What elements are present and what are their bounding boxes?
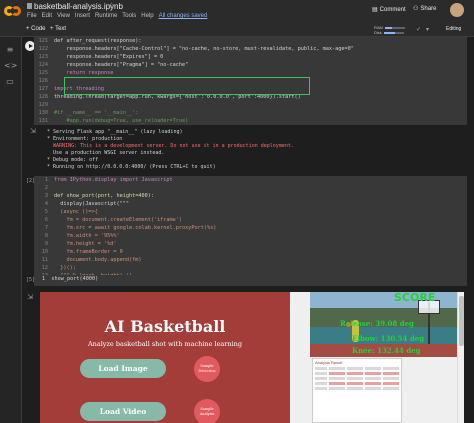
notebook-toolbar: + Code + Text RAM Disk ✓ ▾ Editing [0,24,474,37]
table-row [313,386,401,391]
load-image-button[interactable]: Load Image [80,359,166,378]
code-line: 125 return response [38,70,114,76]
left-sidebar: ≡ <> ▭ [0,37,22,423]
output-toggle-icon[interactable]: ⇲ [30,127,40,137]
knee-angle-text: Knee: 132.44 deg [352,346,421,355]
menu-insert[interactable]: Insert [75,13,90,19]
code-line: 1 show_port(4000) [42,276,99,282]
code-snippets-icon[interactable]: <> [4,61,17,71]
highlight-box [64,77,310,95]
code-line: 1 from IPython.display import Javascript [44,177,173,183]
folder-icon[interactable]: ▭ [4,77,16,87]
code-line: 131 #app.run(debug=True, use_reloader=Tr… [38,118,189,124]
code-line: 2 [44,185,48,191]
toc-icon[interactable]: ≡ [4,45,16,55]
code-line: 10 fm.frameBorder = 0 [41,249,123,255]
comment-icon: ▤ [372,7,378,13]
code-line: 122 response.headers["Cache-Control"] = … [38,46,354,52]
load-video-button[interactable]: Load Video [80,402,166,421]
cell-1-output: * Serving Flask app "__main__" (lazy loa… [44,129,464,171]
webapp-iframe[interactable]: AI Basketball Analyze basketball shot wi… [40,292,464,423]
code-line: 123 response.headers["Expires"] = 0 [38,54,164,60]
editing-mode[interactable]: Editing [446,26,461,32]
elbow-angle-text: Elbow: 130.54 deg [352,334,425,343]
sample-detection-button[interactable]: Sample Detection [194,356,220,382]
code-line: 6 fm = document.createElement('iframe') [44,217,183,223]
code-cell-1[interactable]: 121 def after_request(response): 122 resp… [34,37,467,125]
connected-check-icon: ✓ [416,27,422,33]
code-line: 124 response.headers["Pragma"] = "no-cac… [38,62,189,68]
code-line: 12 })(); [41,265,76,271]
share-label: Share [420,5,437,12]
menu-file[interactable]: File [27,13,37,19]
output-toggle-icon[interactable]: ⇲ [24,293,36,303]
code-line: 5 (async ()=>{ [44,209,98,215]
code-line: 11 document.body.append(fm) [41,257,142,263]
avatar[interactable] [450,3,464,17]
menu-bar: File Edit View Insert Runtime Tools Help… [27,13,207,19]
code-line: 7 fm.src = await google.colab.kernel.pro… [44,225,217,231]
release-angle-text: Release: 39.08 deg [340,319,414,328]
code-cell-3[interactable]: 1 show_port(4000) [34,275,467,286]
output-line: Use a production WSGI server instead. [44,150,165,156]
disk-label: Disk [374,30,382,35]
code-cell-2[interactable]: 1 from IPython.display import Javascript … [34,176,467,282]
menu-tools[interactable]: Tools [122,13,136,19]
colab-logo[interactable] [4,4,22,18]
code-line: 130 #if __name__ == '__main__': [38,110,139,116]
share-button[interactable]: ⚇ Share [413,5,437,13]
resource-monitor[interactable]: RAM Disk [374,25,414,35]
chevron-down-icon[interactable]: ▾ [426,26,429,33]
add-text-button[interactable]: + Text [50,26,66,32]
output-line: * Debug mode: off [44,157,99,163]
menu-edit[interactable]: Edit [42,13,52,19]
add-code-button[interactable]: + Code [26,26,46,32]
code-line: 129 [38,102,48,108]
score-label: SCORE [394,292,436,304]
output-warning: WARNING: This is a development server. D… [44,143,294,149]
menu-help[interactable]: Help [141,13,153,19]
court-image-wrap: SCORE Release: 39.08 deg Elbow: 130.54 d… [290,292,457,357]
code-line: 4 display(Javascript(""" [44,201,129,207]
comment-button[interactable]: ▤ Comment [372,6,406,14]
analysis-result-title: Analysis Result [315,360,343,365]
menu-view[interactable]: View [57,13,70,19]
output-link-line[interactable]: * Running on http://0.0.0.0:4000/ (Press… [44,164,464,171]
menu-runtime[interactable]: Runtime [95,13,117,19]
code-line: 8 fm.width = '95%%' [44,233,120,239]
saved-status[interactable]: All changes saved [159,13,208,19]
drive-file-icon [27,3,32,9]
analysis-result-panel: Analysis Result [312,358,402,423]
court-image [60,292,214,357]
share-icon: ⚇ [413,6,419,12]
header-bar: basketball-analysis.ipynb ☆ File Edit Vi… [0,0,474,24]
code-line: 121 def after_request(response): [38,38,142,44]
sample-analysis-button[interactable]: Sample Analysis [194,399,220,423]
output-line: * Environment: production [44,136,123,142]
output-line: * Serving Flask app "__main__" (lazy loa… [44,129,183,135]
code-line: 3 def show_port(port, height=400): [44,193,154,199]
iframe-scrollbar[interactable] [457,292,464,423]
star-icon[interactable]: ☆ [108,1,115,10]
comment-label: Comment [379,6,406,13]
notebook-main: 121 def after_request(response): 122 resp… [22,37,474,423]
code-line: 9 fm.height = '%d' [44,241,117,247]
